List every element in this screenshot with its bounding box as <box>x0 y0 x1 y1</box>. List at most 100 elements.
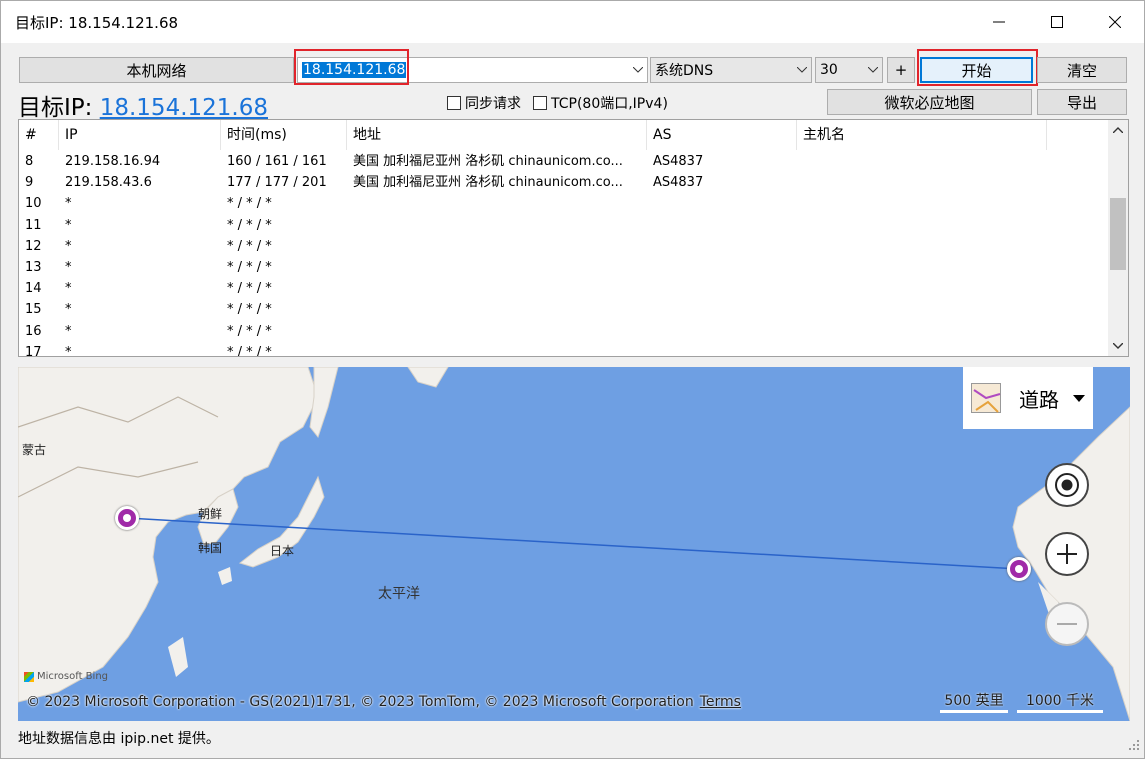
table-row[interactable]: 11 * * / * / * <box>19 215 1109 236</box>
map-style-selector[interactable]: 道路 <box>963 367 1093 429</box>
table-row[interactable]: 9 219.158.43.6 177 / 177 / 201 美国 加利福尼亚州 洛杉… <box>19 172 1109 193</box>
terms-link[interactable]: Terms <box>700 694 741 710</box>
max-hops-value: 30 <box>820 62 838 78</box>
clear-button[interactable]: 清空 <box>1037 57 1127 83</box>
column-header-as[interactable]: AS <box>647 120 797 150</box>
cell-as <box>647 342 797 356</box>
column-header-time[interactable]: 时间(ms) <box>221 120 347 150</box>
cell-index: 15 <box>25 302 42 318</box>
locate-button[interactable] <box>1045 463 1089 507</box>
map-label-north-korea: 朝鲜 <box>198 507 223 521</box>
cell-index: 11 <box>25 217 42 233</box>
table-row[interactable]: 17 * * / * / * <box>19 342 1109 357</box>
cell-time: * / * / * <box>227 217 272 233</box>
column-header-address[interactable]: 地址 <box>347 120 647 150</box>
column-header-hostname[interactable]: 主机名 <box>797 120 1047 150</box>
table-scrollbar[interactable] <box>1108 120 1128 356</box>
cell-index: 17 <box>25 344 42 357</box>
table-row[interactable]: 10 * * / * / * <box>19 193 1109 214</box>
cell-ip: 219.158.16.94 <box>65 154 161 169</box>
cell-as <box>647 299 797 320</box>
export-button[interactable]: 导出 <box>1037 89 1127 115</box>
target-input[interactable]: 18.154.121.68 <box>297 57 648 83</box>
cell-as <box>647 193 797 214</box>
cell-as: AS4837 <box>653 154 704 169</box>
caret-down-icon <box>1073 390 1085 406</box>
local-network-button[interactable]: 本机网络 <box>19 57 294 83</box>
cell-address <box>347 342 647 356</box>
minus-icon <box>1057 623 1077 625</box>
add-button[interactable]: + <box>887 57 915 83</box>
cell-ip: * <box>65 302 72 318</box>
cell-time: * / * / * <box>227 238 272 254</box>
scroll-down-icon[interactable] <box>1108 336 1128 356</box>
scrollbar-thumb[interactable] <box>1110 198 1126 270</box>
max-hops-select[interactable]: 30 <box>815 57 883 83</box>
cell-time: * / * / * <box>227 281 272 297</box>
cell-address <box>347 278 647 299</box>
pin-dot <box>1015 565 1023 573</box>
route-map[interactable]: 蒙古 朝鲜 韩国 日本 太平洋 道路 Microsoft Bing © 2023… <box>18 367 1130 721</box>
column-header-ip[interactable]: IP <box>59 120 221 150</box>
pin-dot <box>123 514 131 522</box>
target-heading: 目标IP: 18.154.121.68 <box>18 88 268 122</box>
cell-index: 16 <box>25 323 42 339</box>
chevron-down-icon <box>793 67 811 73</box>
maximize-button[interactable] <box>1028 1 1086 43</box>
minimize-button[interactable] <box>970 1 1028 43</box>
cell-address <box>347 299 647 320</box>
cell-as <box>647 236 797 257</box>
app-window: 目标IP: 18.154.121.68 本机网络 18.154.121.68 系… <box>0 0 1145 759</box>
table-row[interactable]: 8 219.158.16.94 160 / 161 / 161 美国 加利福尼亚州 洛… <box>19 151 1109 172</box>
target-input-value: 18.154.121.68 <box>298 62 629 78</box>
checkbox-box <box>533 96 547 110</box>
table-row[interactable]: 16 * * / * / * <box>19 321 1109 342</box>
cell-index: 13 <box>25 259 42 275</box>
cell-hostname <box>797 193 1047 214</box>
table-row[interactable]: 12 * * / * / * <box>19 236 1109 257</box>
table-body: 8 219.158.16.94 160 / 161 / 161 美国 加利福尼亚州 洛… <box>19 151 1109 357</box>
sync-request-checkbox[interactable]: 同步请求 <box>447 93 521 113</box>
bing-map-button[interactable]: 微软必应地图 <box>827 89 1032 115</box>
table-row[interactable]: 13 * * / * / * <box>19 257 1109 278</box>
chevron-down-icon <box>864 67 882 73</box>
cell-address <box>347 193 647 214</box>
scale-bar-km: 1000 千米 <box>1017 690 1103 713</box>
minimize-icon <box>993 21 1005 23</box>
resize-grip-icon[interactable] <box>1128 739 1140 755</box>
target-input-selection: 18.154.121.68 <box>302 62 407 78</box>
sync-request-label: 同步请求 <box>465 96 521 112</box>
scale-bar-miles: 500 英里 <box>940 690 1008 713</box>
cell-as: AS4837 <box>653 175 704 191</box>
cell-ip: * <box>65 344 72 357</box>
road-map-icon <box>971 383 1001 413</box>
cell-hostname <box>797 321 1047 342</box>
table-row[interactable]: 14 * * / * / * <box>19 278 1109 299</box>
cell-address: 美国 加利福尼亚州 洛杉矶 chinaunicom.co... <box>353 175 623 191</box>
chevron-down-icon[interactable] <box>629 67 647 73</box>
cell-time: * / * / * <box>227 344 272 357</box>
table-row[interactable]: 15 * * / * / * <box>19 299 1109 320</box>
title-bar: 目标IP: 18.154.121.68 <box>1 1 1144 43</box>
dns-select[interactable]: 系统DNS <box>650 57 812 83</box>
scroll-up-icon[interactable] <box>1108 120 1128 140</box>
cell-hostname <box>797 236 1047 257</box>
tcp-checkbox[interactable]: TCP(80端口,IPv4) <box>533 93 668 113</box>
origin-pin[interactable] <box>115 506 139 530</box>
bing-logo-text: Microsoft Bing <box>37 671 109 682</box>
target-ip-link[interactable]: 18.154.121.68 <box>100 95 268 121</box>
dns-select-value: 系统DNS <box>655 63 714 79</box>
zoom-in-button[interactable] <box>1045 532 1089 576</box>
close-icon <box>1109 16 1121 28</box>
cell-hostname <box>797 342 1047 356</box>
close-button[interactable] <box>1086 1 1144 43</box>
cell-time: * / * / * <box>227 259 272 275</box>
zoom-out-button[interactable] <box>1045 602 1089 646</box>
start-button[interactable]: 开始 <box>920 57 1033 83</box>
cell-as <box>647 278 797 299</box>
maximize-icon <box>1051 16 1063 28</box>
window-title: 目标IP: 18.154.121.68 <box>15 14 179 32</box>
column-header-index[interactable]: # <box>19 120 59 150</box>
destination-pin[interactable] <box>1007 557 1031 581</box>
table-header: # IP 时间(ms) 地址 AS 主机名 <box>19 120 1109 150</box>
